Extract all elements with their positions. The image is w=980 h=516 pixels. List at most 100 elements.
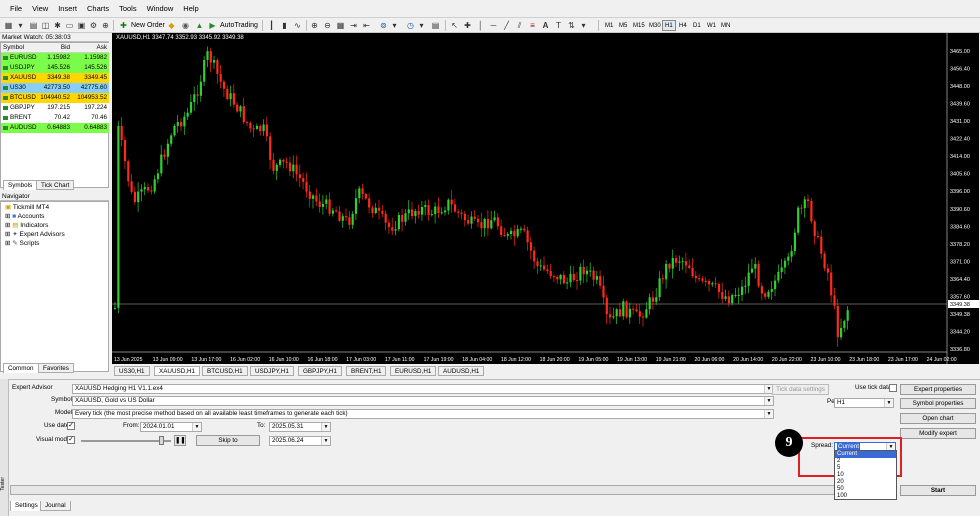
templates-icon[interactable]: ▤ xyxy=(430,20,441,31)
expand-icon[interactable]: ⊞ xyxy=(5,231,10,238)
menu-tools[interactable]: Tools xyxy=(119,4,137,13)
spread-option[interactable]: 100 xyxy=(835,493,896,500)
pause-button[interactable]: ❚❚ xyxy=(174,435,186,446)
chart-tab[interactable]: EURUSD,H1 xyxy=(390,366,437,376)
line-chart-icon[interactable]: ∿ xyxy=(292,20,303,31)
menu-charts[interactable]: Charts xyxy=(87,4,109,13)
market-icon[interactable]: ▲ xyxy=(194,20,205,31)
zoom-in-icon[interactable]: ⊕ xyxy=(309,20,320,31)
menu-insert[interactable]: Insert xyxy=(58,4,77,13)
menu-view[interactable]: View xyxy=(32,4,48,13)
tab-tick-chart[interactable]: Tick Chart xyxy=(36,180,75,190)
horizontal-line-icon[interactable]: ─ xyxy=(488,20,499,31)
chart-tab[interactable]: BRENT,H1 xyxy=(346,366,387,376)
timeframe-h4[interactable]: H4 xyxy=(676,20,690,31)
arrows-icon[interactable]: ⇅ xyxy=(566,20,577,31)
chart-tab[interactable]: GBPJPY,H1 xyxy=(298,366,342,376)
navigator-item-accounts[interactable]: ⊞ ■ Accounts xyxy=(5,212,44,221)
speed-slider-thumb[interactable] xyxy=(159,436,164,445)
bid-header[interactable]: Bid xyxy=(61,43,70,53)
new-order-button[interactable]: New Order xyxy=(131,20,165,31)
market-watch-row[interactable]: BTCUSD 104940.52 104953.52 xyxy=(1,93,109,103)
chevron-down-icon[interactable]: ▼ xyxy=(764,410,773,418)
symbol-select[interactable]: XAUUSD, Gold vs US Dollar ▼ xyxy=(72,396,774,406)
profiles-icon[interactable]: ▾ xyxy=(15,20,26,31)
spread-option[interactable]: 5 xyxy=(835,465,896,472)
market-watch-row[interactable]: BRENT 70.42 70.46 xyxy=(1,113,109,123)
metaeditor-icon[interactable]: ◆ xyxy=(166,20,177,31)
symbol-header[interactable]: Symbol xyxy=(3,43,24,53)
new-order-icon[interactable]: ✚ xyxy=(118,20,129,31)
spread-option[interactable]: 20 xyxy=(835,479,896,486)
chart-tab[interactable]: USDJPY,H1 xyxy=(250,366,294,376)
autotrading-icon[interactable]: ▶ xyxy=(207,20,218,31)
text-tool-icon[interactable]: A xyxy=(540,20,551,31)
data-window-icon[interactable]: ◫ xyxy=(40,20,51,31)
timeframe-w1[interactable]: W1 xyxy=(704,20,719,31)
equidistant-channel-icon[interactable]: ⫽ xyxy=(514,20,525,31)
arrows-dropdown-icon[interactable]: ▾ xyxy=(578,20,589,31)
periodicity-icon[interactable]: ◷ xyxy=(405,20,416,31)
tab-symbols[interactable]: Symbols xyxy=(3,180,38,190)
spread-option[interactable]: 10 xyxy=(835,472,896,479)
tab-journal[interactable]: Journal xyxy=(40,501,71,511)
use-tick-data-checkbox[interactable] xyxy=(889,384,897,392)
auto-scroll-icon[interactable]: ⇥ xyxy=(348,20,359,31)
market-watch-icon[interactable]: ▤ xyxy=(28,20,39,31)
indicators-dropdown-icon[interactable]: ▾ xyxy=(389,20,400,31)
tab-settings[interactable]: Settings xyxy=(10,501,43,511)
new-chart-icon[interactable]: ▦ xyxy=(3,20,14,31)
navigator-item-indicators[interactable]: ⊞ ▤ Indicators xyxy=(5,221,48,230)
menu-help[interactable]: Help xyxy=(183,4,198,13)
spread-option[interactable]: 2 xyxy=(835,458,896,465)
market-watch-row[interactable]: EURUSD 1.15982 1.15982 xyxy=(1,53,109,63)
indicators-icon[interactable]: ⊚ xyxy=(378,20,389,31)
tile-windows-icon[interactable]: ▦ xyxy=(335,20,346,31)
chart-tab[interactable]: BTCUSD,H1 xyxy=(202,366,248,376)
fibonacci-icon[interactable]: ≡ xyxy=(527,20,538,31)
text-label-icon[interactable]: T xyxy=(553,20,564,31)
tick-data-settings-button[interactable]: Tick data settings xyxy=(772,384,829,395)
trendline-icon[interactable]: ╱ xyxy=(501,20,512,31)
market-watch-row[interactable]: GBPJPY 197.215 197.224 xyxy=(1,103,109,113)
zoom-icon[interactable]: ⊕ xyxy=(100,20,111,31)
timeframe-d1[interactable]: D1 xyxy=(690,20,704,31)
expert-advisor-select[interactable]: XAUUSD Hedging H1 V1.1.ex4 ▼ xyxy=(72,384,774,394)
ask-header[interactable]: Ask xyxy=(97,43,108,53)
expand-icon[interactable]: ⊞ xyxy=(5,240,10,247)
model-select[interactable]: Every tick (the most precise method base… xyxy=(72,409,774,419)
expand-icon[interactable]: ⊞ xyxy=(5,222,10,229)
timeframe-h1[interactable]: H1 xyxy=(662,20,676,31)
periodicity-dropdown-icon[interactable]: ▾ xyxy=(416,20,427,31)
skip-to-button[interactable]: Skip to xyxy=(196,435,260,446)
navigator-item-scripts[interactable]: ⊞ ✎ Scripts xyxy=(5,239,39,248)
navigator-item-expert-advisors[interactable]: ⊞ ✦ Expert Advisors xyxy=(5,230,65,239)
expand-icon[interactable]: ⊞ xyxy=(5,213,10,220)
from-date-field[interactable]: 2024.01.01 ▼ xyxy=(140,422,202,432)
start-button[interactable]: Start xyxy=(900,485,976,496)
spread-option[interactable]: Current xyxy=(835,451,896,458)
menu-file[interactable]: File xyxy=(10,4,22,13)
tab-common[interactable]: Common xyxy=(3,363,39,373)
zoom-out-icon[interactable]: ⊖ xyxy=(322,20,333,31)
symbol-properties-button[interactable]: Symbol properties xyxy=(900,398,976,409)
navigator-root[interactable]: ▣ Tickmill MT4 xyxy=(5,203,49,212)
bar-chart-icon[interactable]: ┃ xyxy=(266,20,277,31)
period-select[interactable]: H1 ▼ xyxy=(834,398,894,408)
timeframe-m5[interactable]: M5 xyxy=(616,20,630,31)
signals-icon[interactable]: ◉ xyxy=(180,20,191,31)
crosshair-icon[interactable]: ✚ xyxy=(462,20,473,31)
strategy-tester-icon[interactable]: ▣ xyxy=(76,20,87,31)
cursor-icon[interactable]: ↖ xyxy=(449,20,460,31)
modify-expert-button[interactable]: Modify expert xyxy=(900,428,976,439)
speed-slider-track[interactable] xyxy=(81,440,171,442)
calendar-dropdown-icon[interactable]: ▼ xyxy=(321,423,330,431)
menu-window[interactable]: Window xyxy=(147,4,174,13)
chart-shift-icon[interactable]: ⇤ xyxy=(361,20,372,31)
autotrading-button[interactable]: AutoTrading xyxy=(220,20,258,31)
price-chart[interactable]: XAUUSD,H1 3347.74 3352.93 3345.92 3349.3… xyxy=(112,33,979,364)
timeframe-m1[interactable]: M1 xyxy=(602,20,616,31)
chevron-down-icon[interactable]: ▼ xyxy=(884,399,893,407)
tab-favorites[interactable]: Favorites xyxy=(38,363,74,373)
use-date-checkbox[interactable]: ✓ xyxy=(67,422,75,430)
